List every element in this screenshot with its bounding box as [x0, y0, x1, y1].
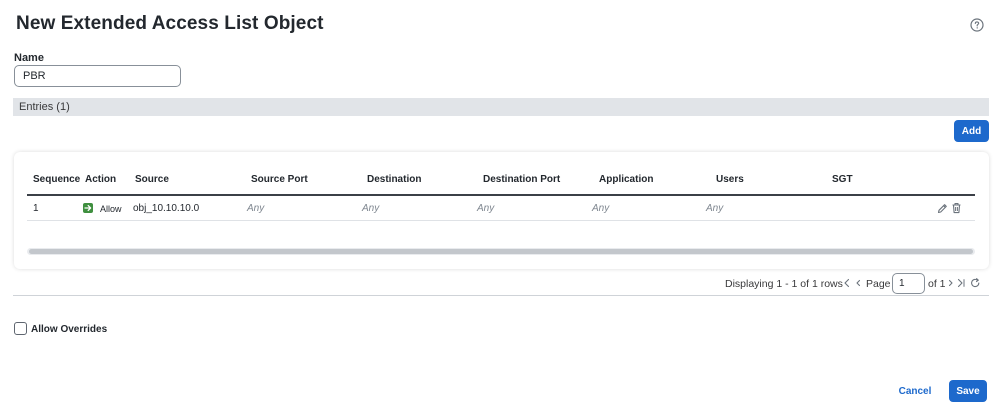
- previous-page-icon[interactable]: [853, 277, 864, 289]
- page-total-label: of 1: [928, 278, 946, 290]
- column-header-source[interactable]: Source: [135, 174, 169, 185]
- first-page-icon[interactable]: [842, 277, 853, 289]
- cell-source: obj_10.10.10.0: [133, 203, 200, 214]
- column-header-sequence[interactable]: Sequence: [33, 174, 80, 185]
- allow-overrides-label[interactable]: Allow Overrides: [31, 324, 107, 335]
- name-label: Name: [14, 52, 44, 64]
- column-header-application[interactable]: Application: [599, 174, 653, 185]
- allow-arrow-icon: [83, 203, 93, 213]
- cell-action: Allow: [100, 204, 122, 214]
- allow-overrides-checkbox[interactable]: [14, 322, 27, 335]
- pencil-edit-icon[interactable]: [937, 203, 948, 214]
- column-header-destination-port[interactable]: Destination Port: [483, 174, 560, 185]
- scrollbar-thumb[interactable]: [29, 249, 973, 254]
- cell-source-port: Any: [247, 203, 265, 214]
- last-page-icon[interactable]: [955, 277, 966, 289]
- save-button[interactable]: Save: [949, 380, 987, 402]
- trash-delete-icon[interactable]: [951, 202, 962, 214]
- horizontal-scrollbar[interactable]: [27, 248, 975, 255]
- cancel-button[interactable]: Cancel: [893, 380, 937, 402]
- name-input[interactable]: [14, 65, 181, 87]
- entries-count-label: Entries (1): [19, 101, 70, 113]
- entries-section-header: Entries (1): [13, 98, 989, 116]
- column-header-destination[interactable]: Destination: [367, 174, 421, 185]
- cell-application: Any: [592, 203, 610, 214]
- cell-sequence: 1: [33, 203, 39, 214]
- pagination-bar: Displaying 1 - 1 of 1 rows Page of 1: [0, 272, 998, 296]
- question-circle-icon[interactable]: [970, 18, 984, 32]
- column-header-source-port[interactable]: Source Port: [251, 174, 308, 185]
- refresh-icon[interactable]: [970, 277, 981, 289]
- page-number-input[interactable]: [892, 273, 925, 294]
- add-entry-button[interactable]: Add: [954, 120, 989, 142]
- pagination-summary: Displaying 1 - 1 of 1 rows: [725, 278, 843, 290]
- entries-table: Sequence Action Source Source Port Desti…: [14, 152, 989, 269]
- page-label: Page: [866, 278, 891, 290]
- dialog-title: New Extended Access List Object: [16, 13, 324, 34]
- table-row-divider: [27, 220, 975, 221]
- column-header-users[interactable]: Users: [716, 174, 744, 185]
- cell-destination-port: Any: [477, 203, 495, 214]
- cell-users: Any: [706, 203, 724, 214]
- column-header-action[interactable]: Action: [85, 174, 116, 185]
- table-header-divider: [27, 194, 975, 196]
- pagination-divider: [13, 295, 989, 296]
- column-header-sgt[interactable]: SGT: [832, 174, 853, 185]
- cell-destination: Any: [362, 203, 380, 214]
